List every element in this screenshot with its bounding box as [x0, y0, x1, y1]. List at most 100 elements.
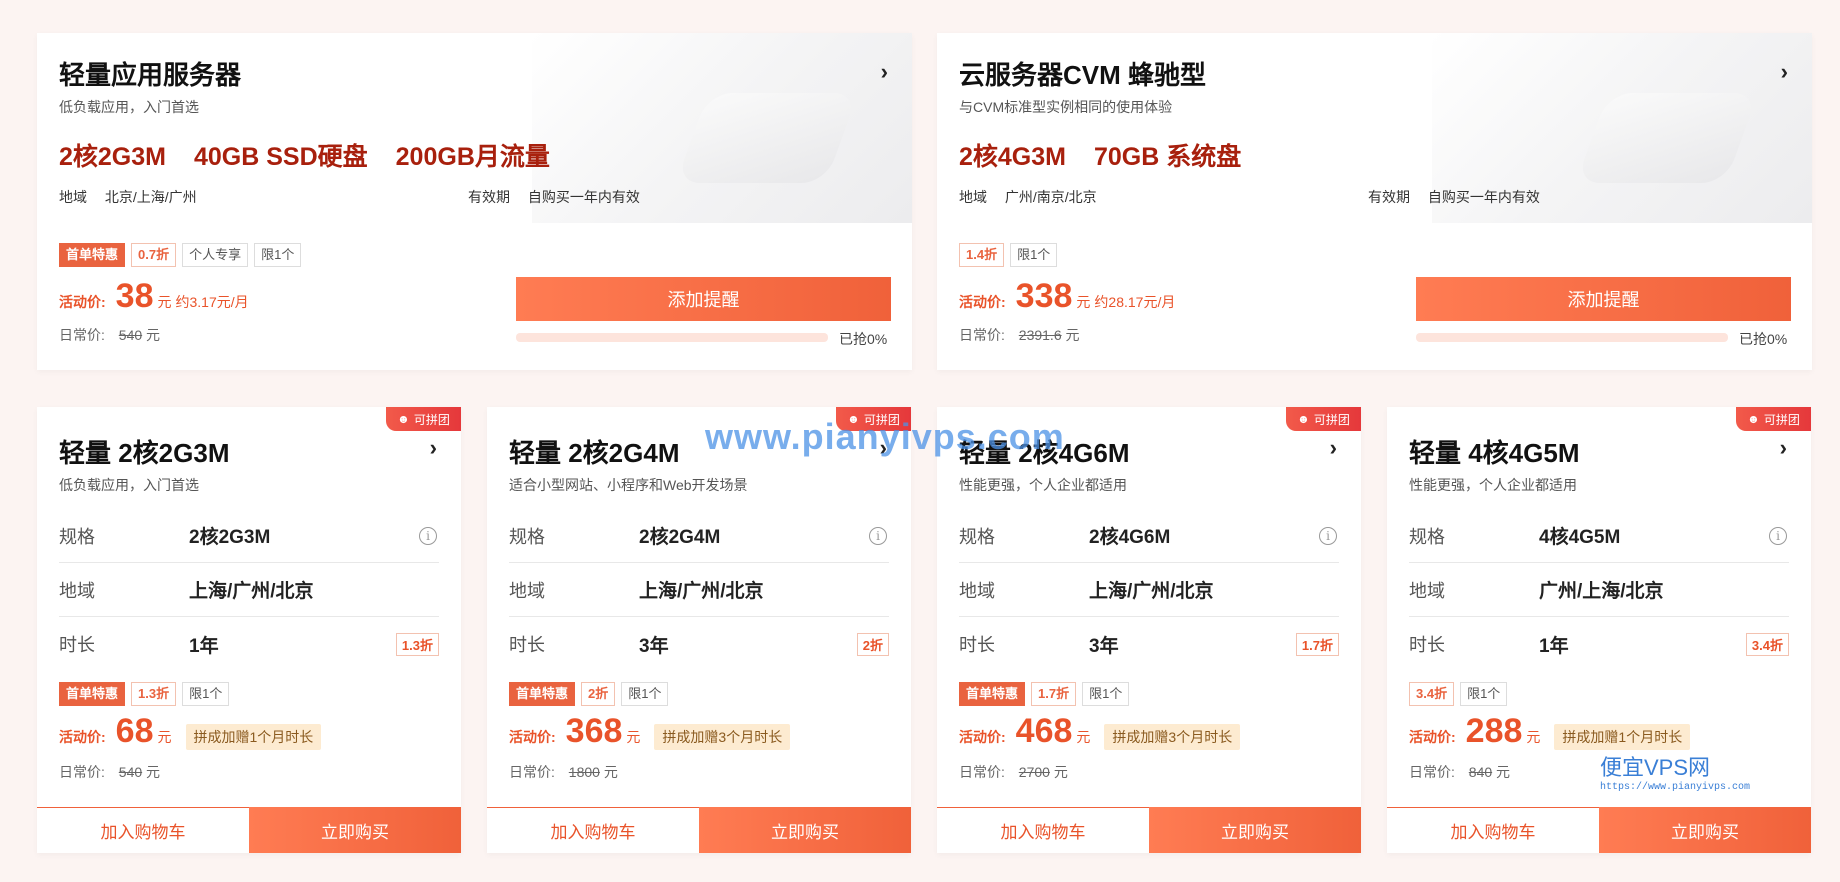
tag-list: 1.4折 限1个 — [959, 243, 1058, 267]
spec-value: 上海/广州/北京 — [639, 581, 764, 602]
spec-label: 规格 — [1409, 526, 1445, 547]
region-info: 地域 北京/上海/广州 — [59, 187, 197, 207]
price-unit: 元 — [157, 294, 172, 310]
normal-price: 日常价: 2700 元 — [959, 762, 1068, 782]
discount-tag: 2折 — [581, 682, 616, 706]
chevron-right-icon[interactable]: › — [1780, 435, 1787, 461]
price-label: 活动价: — [59, 294, 106, 310]
normal-price-value: 540 — [118, 764, 143, 780]
tag-list: 3.4折 限1个 — [1409, 682, 1508, 706]
card-title: 云服务器CVM 蜂驰型 — [959, 60, 1207, 90]
add-reminder-button[interactable]: 添加提醒 — [516, 277, 891, 321]
discount-tag: 1.4折 — [959, 243, 1005, 267]
group-buy-label: 可拼团 — [413, 412, 450, 427]
normal-price: 日常价: 540 元 — [59, 325, 160, 345]
normal-price-label: 日常价: — [959, 327, 1005, 343]
normal-price-label: 日常价: — [59, 327, 105, 343]
price-row: 活动价: 38 元 约3.17元/月 — [59, 277, 249, 316]
tag-list: 首单特惠 1.7折 限1个 — [959, 682, 1130, 706]
chevron-right-icon[interactable]: › — [881, 59, 888, 85]
normal-price: 日常价: 540 元 — [59, 762, 160, 782]
normal-price-value: 1800 — [568, 764, 600, 780]
info-icon[interactable]: i — [419, 526, 437, 545]
add-to-cart-button[interactable]: 加入购物车 — [487, 807, 699, 853]
group-buy-badge: ☻ 可拼团 — [1286, 407, 1361, 431]
personal-tag: 个人专享 — [182, 243, 249, 267]
buy-now-button[interactable]: 立即购买 — [1599, 807, 1811, 853]
spec-value: 1年 — [189, 635, 219, 657]
watermark-text: www.pianyivps.com — [705, 416, 1065, 457]
region-info: 地域 广州/南京/北京 — [959, 187, 1097, 207]
spec-row: 规格 2核2G3M i — [59, 509, 439, 563]
add-to-cart-button[interactable]: 加入购物车 — [1387, 807, 1599, 853]
card-subtitle: 适合小型网站、小程序和Web开发场景 — [509, 477, 748, 493]
validity-info: 有效期 自购买一年内有效 — [468, 187, 640, 207]
limit-tag: 限1个 — [1460, 682, 1508, 706]
info-icon[interactable]: i — [869, 526, 887, 545]
region-value: 广州/南京/北京 — [1004, 189, 1097, 205]
price-label: 活动价: — [959, 729, 1006, 745]
price-row: 活动价: 468 元 拼成加赠3个月时长 — [959, 712, 1241, 751]
card-subtitle: 低负载应用，入门首选 — [59, 477, 199, 493]
add-reminder-button[interactable]: 添加提醒 — [1416, 277, 1791, 321]
tag-list: 首单特惠 1.3折 限1个 — [59, 682, 230, 706]
validity-value: 自购买一年内有效 — [1427, 189, 1540, 205]
normal-price-unit: 元 — [603, 764, 618, 780]
normal-price-label: 日常价: — [1409, 764, 1455, 780]
add-to-cart-button[interactable]: 加入购物车 — [937, 807, 1149, 853]
validity-value: 自购买一年内有效 — [527, 189, 640, 205]
user-group-icon: ☻ — [1297, 412, 1310, 426]
region-value: 北京/上海/广州 — [104, 189, 197, 205]
sale-progress-bar — [1416, 333, 1728, 342]
info-icon[interactable]: i — [1769, 526, 1787, 545]
card-actions: 加入购物车 立即购买 — [937, 807, 1361, 853]
normal-price-unit: 元 — [1496, 764, 1511, 780]
card-title: 轻量 2核2G4M — [509, 438, 680, 468]
spec-item: 70GB 系统盘 — [1093, 143, 1242, 171]
spec-highlights: 2核4G3M 70GB 系统盘 — [959, 137, 1241, 173]
first-order-tag: 首单特惠 — [59, 243, 126, 267]
price-row: 活动价: 68 元 拼成加赠1个月时长 — [59, 712, 322, 751]
price-per-month: 约28.17元/月 — [1094, 294, 1176, 310]
info-icon[interactable]: i — [1319, 526, 1337, 545]
limit-tag: 限1个 — [254, 243, 302, 267]
product-card-lighthouse: 轻量应用服务器 › 低负载应用，入门首选 2核2G3M 40GB SSD硬盘 2… — [37, 33, 912, 370]
price-unit: 元 — [1076, 294, 1091, 310]
chevron-right-icon[interactable]: › — [1330, 435, 1337, 461]
limit-tag: 限1个 — [1010, 243, 1058, 267]
price-unit: 元 — [1526, 729, 1541, 745]
price-label: 活动价: — [59, 729, 106, 745]
validity-info: 有效期 自购买一年内有效 — [1368, 187, 1540, 207]
spec-highlights: 2核2G3M 40GB SSD硬盘 200GB月流量 — [59, 137, 550, 173]
buy-now-button[interactable]: 立即购买 — [249, 807, 461, 853]
normal-price-label: 日常价: — [59, 764, 105, 780]
validity-label: 有效期 — [468, 189, 510, 205]
spec-value: 2核4G6M — [1089, 527, 1171, 548]
spec-value: 4核4G5M — [1539, 527, 1621, 548]
price-value: 468 — [1015, 712, 1073, 750]
product-card-lighthouse-2c4g6m: ☻ 可拼团 轻量 2核4G6M › 性能更强，个人企业都适用 规格 2核4G6M i… — [937, 407, 1361, 853]
card-subtitle: 性能更强，个人企业都适用 — [959, 477, 1127, 493]
spec-row: 地域 上海/广州/北京 — [959, 563, 1339, 617]
first-order-tag: 首单特惠 — [509, 682, 576, 706]
card-subtitle: 性能更强，个人企业都适用 — [1409, 477, 1577, 493]
normal-price: 日常价: 1800 元 — [509, 762, 618, 782]
spec-row: 地域 上海/广州/北京 — [509, 563, 889, 617]
add-to-cart-button[interactable]: 加入购物车 — [37, 807, 249, 853]
first-order-tag: 首单特惠 — [959, 682, 1026, 706]
site-logo: 便宜VPS网 https://www.pianyivps.com — [1600, 750, 1750, 793]
group-buy-label: 可拼团 — [1763, 412, 1800, 427]
buy-now-button[interactable]: 立即购买 — [1149, 807, 1361, 853]
spec-row: 时长 3年 2折 — [509, 617, 889, 671]
spec-value: 上海/广州/北京 — [1089, 581, 1214, 602]
price-value: 288 — [1465, 712, 1523, 750]
price-value: 338 — [1015, 277, 1073, 315]
buy-now-button[interactable]: 立即购买 — [699, 807, 911, 853]
price-unit: 元 — [1076, 729, 1091, 745]
price-label: 活动价: — [959, 294, 1006, 310]
chevron-right-icon[interactable]: › — [430, 435, 437, 461]
chevron-right-icon[interactable]: › — [1781, 59, 1788, 85]
duration-discount-badge: 1.3折 — [395, 632, 439, 656]
spec-value: 广州/上海/北京 — [1539, 581, 1664, 602]
card-subtitle: 低负载应用，入门首选 — [59, 99, 199, 115]
